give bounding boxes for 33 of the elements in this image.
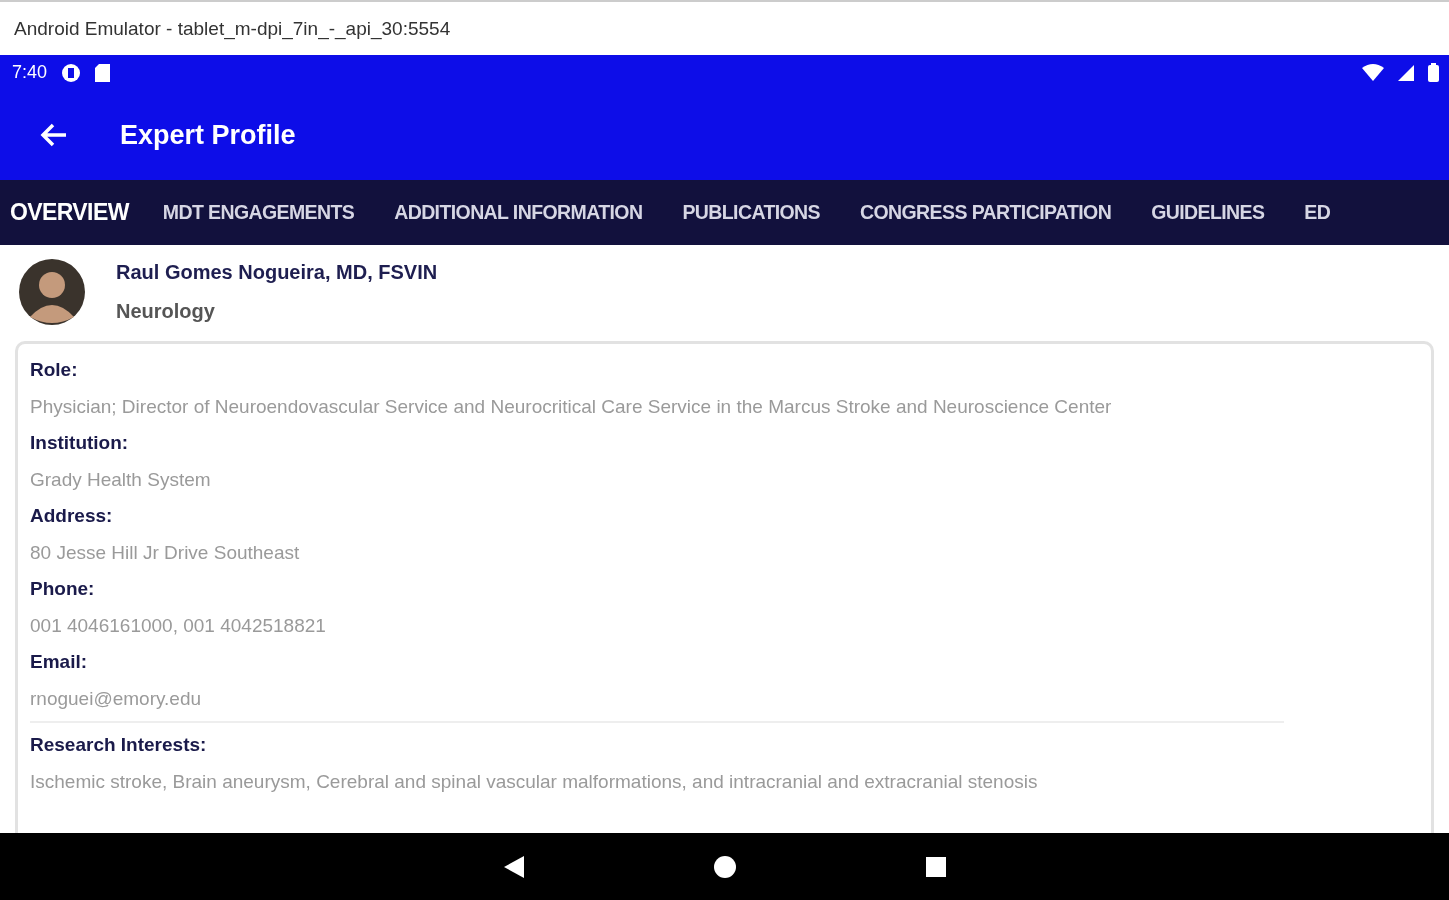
screen-title: Expert Profile	[120, 119, 296, 151]
field-value: Ischemic stroke, Brain aneurysm, Cerebral and spinal vascular malformations, and intracranial and extracranial stenosis	[30, 770, 1039, 794]
status-time: 7:40	[12, 62, 48, 83]
field-label: Address:	[30, 504, 114, 528]
tab[interactable]: GUIDELINES	[1131, 180, 1285, 245]
specialty: Neurology	[116, 300, 216, 323]
recents-nav-icon[interactable]	[925, 856, 946, 877]
field-value: 80 Jesse Hill Jr Drive Southeast	[30, 541, 301, 565]
avatar-icon	[18, 257, 86, 327]
signal-icon	[1398, 64, 1414, 81]
field-label: Research Interests:	[30, 733, 208, 757]
wifi-icon	[1362, 64, 1384, 81]
notification-icon	[61, 62, 82, 83]
field-value: 001 4046161000, 001 4042518821	[30, 614, 327, 638]
tab[interactable]: ED	[1284, 180, 1351, 245]
field-label: Role:	[30, 358, 79, 382]
tab[interactable]: OVERVIEW	[0, 180, 143, 245]
home-nav-icon[interactable]	[713, 855, 736, 878]
window-title: Android Emulator - tablet_m-dpi_7in_-_api_30:5554	[14, 17, 451, 40]
expert-name: Raul Gomes Nogueira, MD, FSVIN	[116, 261, 438, 284]
tab[interactable]: MDT ENGAGEMENTS	[142, 180, 375, 245]
field-label: Institution:	[30, 431, 130, 455]
field-value: Grady Health System	[30, 468, 212, 492]
field-value: Physician; Director of Neuroendovascular Service and Neurocritical Care Service in the Marcus Stroke and Neuroscience Center	[30, 395, 1113, 419]
battery-icon	[1428, 63, 1439, 82]
field-label: Email:	[30, 650, 89, 674]
back-nav-icon[interactable]	[503, 855, 524, 878]
sd-card-icon	[95, 63, 111, 82]
tab[interactable]: ADDITIONAL INFORMATION	[374, 180, 663, 245]
field-value: rnoguei@emory.edu	[30, 687, 203, 711]
tab[interactable]: PUBLICATIONS	[662, 180, 840, 245]
field-label: Phone:	[30, 577, 96, 601]
tab[interactable]: CONGRESS PARTICIPATION	[840, 180, 1132, 245]
